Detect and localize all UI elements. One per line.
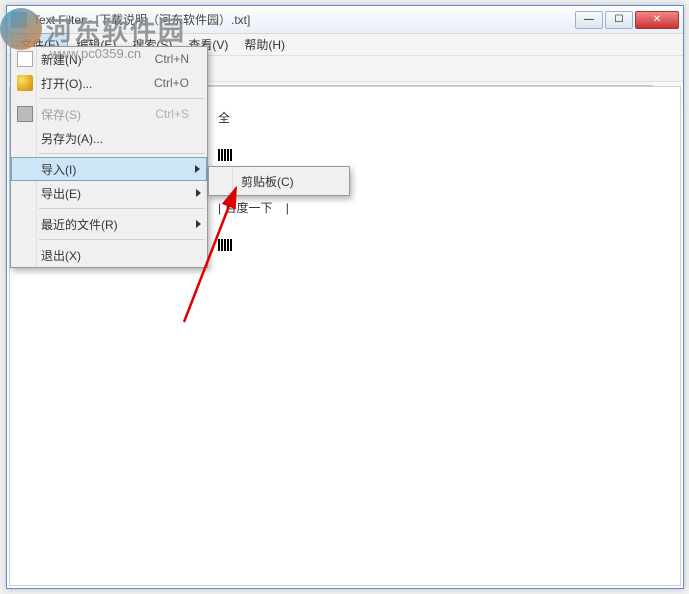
menu-help[interactable]: 帮助(H) bbox=[236, 34, 293, 55]
menu-separator bbox=[39, 239, 205, 240]
menu-separator bbox=[39, 98, 205, 99]
app-icon bbox=[11, 12, 27, 28]
menu-open[interactable]: 打开(O)... Ctrl+O bbox=[11, 71, 207, 95]
titlebar[interactable]: Text Filter - [下载说明（河东软件园）.txt] — ☐ ✕ bbox=[7, 6, 683, 34]
close-button[interactable]: ✕ bbox=[635, 11, 679, 29]
redacted-icon bbox=[218, 239, 232, 251]
submenu-arrow-icon bbox=[196, 220, 201, 228]
new-file-icon bbox=[17, 51, 33, 67]
file-menu-dropdown: 新建(N) Ctrl+N 打开(O)... Ctrl+O 保存(S) Ctrl+… bbox=[10, 46, 208, 268]
menu-save-as[interactable]: 另存为(A)... bbox=[11, 126, 207, 150]
minimize-button[interactable]: — bbox=[575, 11, 603, 29]
menu-exit[interactable]: 退出(X) bbox=[11, 243, 207, 267]
submenu-arrow-icon bbox=[196, 189, 201, 197]
import-submenu: 剪贴板(C) bbox=[208, 166, 350, 196]
menu-new[interactable]: 新建(N) Ctrl+N bbox=[11, 47, 207, 71]
menu-recent-files[interactable]: 最近的文件(R) bbox=[11, 212, 207, 236]
open-file-icon bbox=[17, 75, 33, 91]
menu-save: 保存(S) Ctrl+S bbox=[11, 102, 207, 126]
content-text-1: 全 bbox=[218, 111, 230, 125]
menu-separator bbox=[39, 153, 205, 154]
save-file-icon bbox=[17, 106, 33, 122]
submenu-arrow-icon bbox=[195, 165, 200, 173]
window-title: Text Filter - [下载说明（河东软件园）.txt] bbox=[33, 11, 575, 28]
menu-import[interactable]: 导入(I) bbox=[11, 157, 207, 181]
menu-separator bbox=[39, 208, 205, 209]
menu-export[interactable]: 导出(E) bbox=[11, 181, 207, 205]
maximize-button[interactable]: ☐ bbox=[605, 11, 633, 29]
content-text-2: | 百度一下 | bbox=[218, 201, 289, 215]
redacted-icon bbox=[218, 149, 232, 161]
submenu-clipboard[interactable]: 剪贴板(C) bbox=[211, 169, 347, 193]
